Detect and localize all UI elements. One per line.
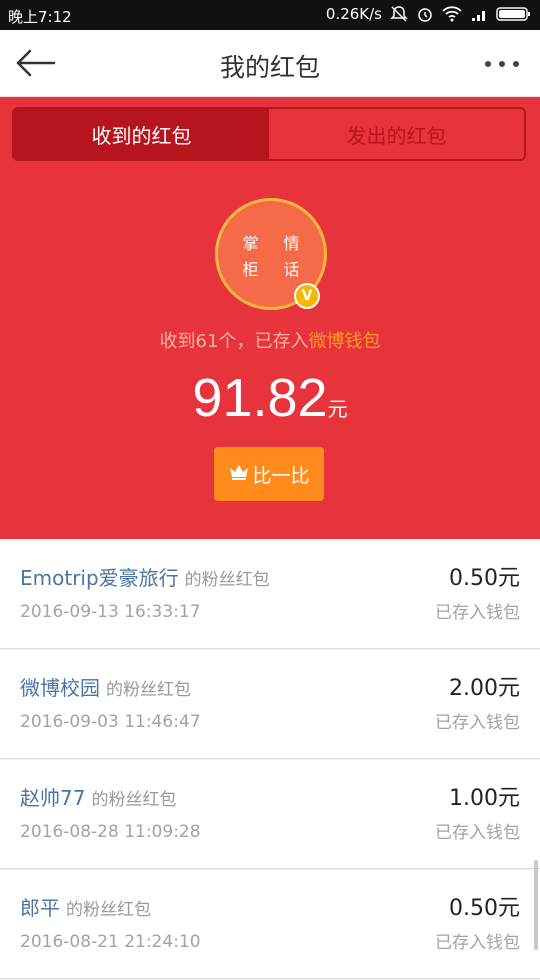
nav-bar: 我的红包 (0, 30, 540, 97)
records-list: Emotrip爱豪旅行 的粉丝红包 2016-09-13 16:33:17 0.5… (0, 540, 540, 980)
amount-value: 91.82 (192, 368, 328, 428)
record-date: 2016-09-03 11:46:47 (20, 712, 201, 732)
network-speed: 0.26K/s (325, 5, 382, 23)
signal-icon (470, 6, 488, 22)
record-amount: 0.50元 (449, 566, 520, 591)
record-amount: 0.50元 (449, 896, 520, 921)
record-status: 已存入钱包 (435, 603, 520, 623)
sender-suffix: 的粉丝红包 (106, 680, 191, 700)
avatar-logo: 掌 情 柜 话 (218, 231, 324, 283)
status-icons: 0.26K/s (326, 5, 532, 23)
record-date: 2016-08-21 21:24:10 (20, 932, 201, 952)
list-item[interactable]: 赵帅77 的粉丝红包 2016-08-28 11:09:28 1.00元 已存入钱… (0, 760, 540, 869)
page-title: 我的红包 (219, 53, 320, 82)
more-options-icon[interactable] (482, 55, 522, 67)
sender-line: 赵帅77 的粉丝红包 (20, 782, 176, 811)
sender-line: Emotrip爱豪旅行 的粉丝红包 (20, 562, 270, 591)
scrollbar[interactable] (534, 860, 538, 950)
record-status: 已存入钱包 (435, 933, 520, 953)
sender-name[interactable]: Emotrip爱豪旅行 (20, 566, 179, 590)
alarm-icon (416, 5, 434, 23)
crown-icon (228, 463, 250, 486)
sender-suffix: 的粉丝红包 (184, 570, 270, 590)
wifi-icon (442, 6, 462, 22)
verified-badge-icon: V (294, 283, 320, 309)
status-bar: 晚上7:12 0.26K/s (0, 0, 540, 30)
sender-line: 微博校园 的粉丝红包 (20, 672, 191, 701)
list-item[interactable]: 微博校园 的粉丝红包 2016-09-03 11:46:47 2.00元 已存入钱… (0, 650, 540, 759)
avatar-logo-line2: 柜 话 (242, 260, 310, 279)
mute-bell-icon (390, 5, 408, 23)
avatar[interactable]: 掌 情 柜 话 V (215, 198, 327, 310)
received-count-text: 收到61个，已存入 (159, 331, 309, 352)
sender-name[interactable]: 郎平 (20, 896, 60, 920)
sender-name[interactable]: 微博校园 (20, 676, 100, 700)
record-date: 2016-09-13 16:33:17 (20, 602, 201, 622)
tab-sent[interactable]: 发出的红包 (269, 109, 524, 159)
list-item[interactable]: Emotrip爱豪旅行 的粉丝红包 2016-09-13 16:33:17 0.5… (0, 540, 540, 649)
sender-name[interactable]: 赵帅77 (20, 786, 85, 810)
tab-received[interactable]: 收到的红包 (14, 109, 269, 159)
sender-line: 郎平 的粉丝红包 (20, 892, 151, 921)
wallet-link[interactable]: 微博钱包 (308, 331, 380, 352)
summary-panel: 收到的红包 发出的红包 掌 情 柜 话 V 收到61个，已存入微博钱包 91.8… (0, 97, 540, 539)
compare-button[interactable]: 比一比 (214, 447, 324, 501)
battery-icon (496, 6, 532, 22)
tab-bar: 收到的红包 发出的红包 (12, 107, 526, 161)
total-amount: 91.82元 (0, 367, 540, 429)
record-date: 2016-08-28 11:09:28 (20, 822, 201, 842)
status-time: 晚上7:12 (8, 8, 72, 26)
avatar-logo-line1: 掌 情 (242, 234, 310, 253)
record-amount: 2.00元 (449, 676, 520, 701)
record-amount: 1.00元 (449, 786, 520, 811)
amount-unit: 元 (327, 397, 348, 421)
sender-suffix: 的粉丝红包 (66, 900, 151, 920)
received-summary: 收到61个，已存入微博钱包 (0, 327, 540, 353)
list-item[interactable]: 郎平 的粉丝红包 2016-08-21 21:24:10 0.50元 已存入钱包 (0, 870, 540, 979)
record-status: 已存入钱包 (435, 823, 520, 843)
sender-suffix: 的粉丝红包 (91, 790, 177, 810)
compare-label: 比一比 (252, 464, 310, 487)
record-status: 已存入钱包 (435, 713, 520, 733)
